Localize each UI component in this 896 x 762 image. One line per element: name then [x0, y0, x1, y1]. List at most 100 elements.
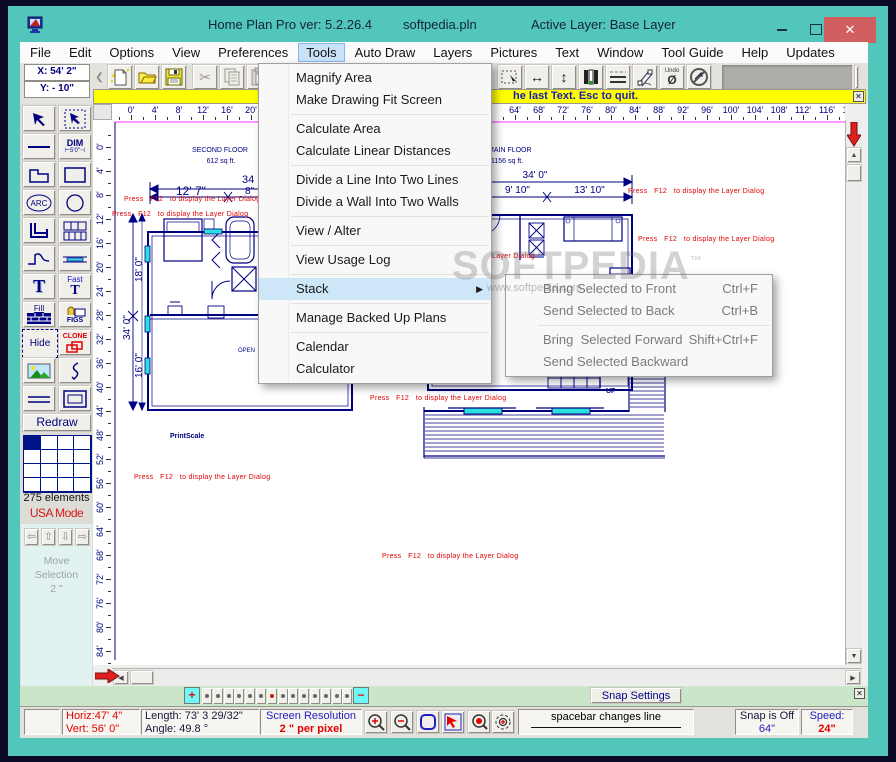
layer-grid-cell[interactable] — [41, 464, 58, 478]
menubar-item-preferences[interactable]: Preferences — [210, 43, 296, 62]
add-page-button[interactable]: + — [184, 687, 200, 704]
circle-tool-button[interactable] — [58, 189, 92, 216]
scroll-down-arrow[interactable]: ▼ — [846, 648, 862, 664]
undo-button[interactable]: Undo Ø — [659, 64, 685, 90]
close-button[interactable]: ✕ — [824, 17, 876, 43]
zoom-in-button[interactable] — [364, 710, 388, 734]
picture-tool-button[interactable] — [22, 357, 56, 384]
page-dot-button-1[interactable] — [202, 688, 212, 704]
page-dot-button-9[interactable] — [288, 688, 298, 704]
submenu-item-bring-selected-forward[interactable]: Bring Selected ForwardShift+Ctrl+F — [506, 329, 772, 351]
layer-grid-cell[interactable] — [41, 436, 58, 450]
layer-grid-cell[interactable] — [41, 478, 58, 492]
layer-grid-cell[interactable] — [58, 478, 75, 492]
open-file-button[interactable] — [134, 64, 160, 90]
fit-page-button[interactable] — [416, 710, 440, 734]
page-dot-button-3[interactable] — [224, 688, 234, 704]
usa-mode-label[interactable]: USA Mode — [20, 506, 93, 520]
zoom-selection-button[interactable] — [467, 710, 491, 734]
menubar-item-edit[interactable]: Edit — [61, 43, 99, 62]
vertical-scroll-thumb[interactable] — [846, 164, 862, 182]
menubar-item-view[interactable]: View — [164, 43, 208, 62]
remove-page-button[interactable]: − — [353, 687, 369, 704]
menu-item-calculate-area[interactable]: Calculate Area — [259, 118, 491, 140]
scroll-up-arrow[interactable]: ▲ — [846, 147, 862, 163]
zoom-out-button[interactable] — [390, 710, 414, 734]
columns-button[interactable] — [578, 64, 604, 90]
strip-close-icon[interactable]: ✕ — [854, 688, 865, 699]
layer-grid-cell[interactable] — [74, 436, 91, 450]
arc-tool-button[interactable]: ARC — [22, 189, 56, 216]
horizontal-scroll-thumb[interactable] — [130, 670, 154, 685]
polyline-tool-button[interactable] — [22, 161, 56, 188]
snap-panel[interactable]: Snap is Off 64" — [735, 709, 799, 735]
new-file-button[interactable] — [107, 64, 133, 90]
text-tool-button[interactable]: T — [22, 273, 56, 300]
menubar-item-updates[interactable]: Updates — [778, 43, 842, 62]
snap-settings-button[interactable]: Snap Settings — [590, 687, 682, 704]
menubar-item-layers[interactable]: Layers — [425, 43, 480, 62]
menu-item-stack[interactable]: Stack▶ — [259, 278, 491, 300]
layer-grid-cell[interactable] — [41, 450, 58, 464]
no-draw-button[interactable] — [686, 64, 712, 90]
page-dot-button-6[interactable] — [256, 688, 266, 704]
zoom-all-button[interactable] — [491, 710, 515, 734]
submenu-item-send-selected-backward[interactable]: Send Selected Backward — [506, 351, 772, 373]
layer-grid-cell[interactable] — [24, 450, 41, 464]
horizontal-scrollbar[interactable]: ◀ ▶ — [112, 668, 862, 685]
submenu-item-send-selected-to-back[interactable]: Send Selected to BackCtrl+B — [506, 300, 772, 322]
dimension-tool-button[interactable]: DIM ⊢5'0"⊣ — [58, 133, 92, 160]
move-left-button[interactable]: ⇦ — [24, 528, 39, 546]
collapse-toolbar-chevron[interactable]: ❮ — [94, 64, 105, 90]
menu-item-view-alter[interactable]: View / Alter — [259, 220, 491, 242]
layer-grid-cell[interactable] — [58, 464, 75, 478]
move-right-button[interactable]: ⇨ — [75, 528, 90, 546]
move-up-button[interactable]: ⇧ — [41, 528, 56, 546]
page-dot-button-2[interactable] — [213, 688, 223, 704]
hint-close-icon[interactable]: ✕ — [853, 91, 864, 102]
fast-text-tool-button[interactable]: Fast T — [58, 273, 92, 300]
submenu-item-bring-selected-to-front[interactable]: Bring Selected to FrontCtrl+F — [506, 278, 772, 300]
figures-tool-button[interactable]: FIGS — [58, 301, 92, 328]
layer-grid-cell[interactable] — [58, 436, 75, 450]
page-dot-button-13[interactable] — [332, 688, 342, 704]
line-tool-button[interactable] — [22, 133, 56, 160]
layer-grid-cell[interactable] — [24, 464, 41, 478]
menubar-item-tools[interactable]: Tools — [298, 43, 344, 62]
redraw-button[interactable]: Redraw — [22, 413, 92, 432]
vertical-flip-button[interactable]: ↕ — [551, 64, 577, 90]
page-dot-button-12[interactable] — [321, 688, 331, 704]
copy-button[interactable] — [219, 64, 245, 90]
page-dot-button-14[interactable] — [342, 688, 352, 704]
page-dot-button-10[interactable] — [299, 688, 309, 704]
menu-item-manage-backed-up-plans[interactable]: Manage Backed Up Plans — [259, 307, 491, 329]
toolbar-divider-handle[interactable] — [854, 65, 859, 89]
menu-item-magnify-area[interactable]: Magnify Area — [259, 67, 491, 89]
menu-item-view-usage-log[interactable]: View Usage Log — [259, 249, 491, 271]
page-dot-button-11[interactable] — [310, 688, 320, 704]
menubar-item-window[interactable]: Window — [589, 43, 651, 62]
menu-item-divide-a-line-into-two-lines[interactable]: Divide a Line Into Two Lines — [259, 169, 491, 191]
horizontal-flip-button[interactable]: ↔ — [524, 64, 550, 90]
menu-item-calculator[interactable]: Calculator — [259, 358, 491, 380]
menu-item-divide-a-wall-into-two-walls[interactable]: Divide a Wall Into Two Walls — [259, 191, 491, 213]
menubar-item-text[interactable]: Text — [547, 43, 587, 62]
line-style-panel[interactable]: spacebar changes line — [518, 709, 694, 735]
double-line-tool-button[interactable] — [58, 245, 92, 272]
page-dot-button-7[interactable] — [267, 688, 277, 704]
select-region-button[interactable] — [497, 64, 523, 90]
layer-grid-cell[interactable] — [74, 478, 91, 492]
freehand-tool-button[interactable] — [58, 357, 92, 384]
menubar-item-options[interactable]: Options — [101, 43, 162, 62]
menubar-item-help[interactable]: Help — [734, 43, 777, 62]
layer-grid-cell[interactable] — [74, 464, 91, 478]
window-grid-tool-button[interactable] — [58, 217, 92, 244]
menu-item-make-drawing-fit-screen[interactable]: Make Drawing Fit Screen — [259, 89, 491, 111]
page-dot-button-4[interactable] — [234, 688, 244, 704]
wall-tool-button[interactable] — [22, 217, 56, 244]
line-style-button[interactable] — [605, 64, 631, 90]
offset-curve-tool-button[interactable] — [22, 245, 56, 272]
page-dot-button-8[interactable] — [278, 688, 288, 704]
layer-grid[interactable] — [23, 435, 92, 493]
hide-tool-button[interactable]: Hide — [22, 329, 58, 358]
